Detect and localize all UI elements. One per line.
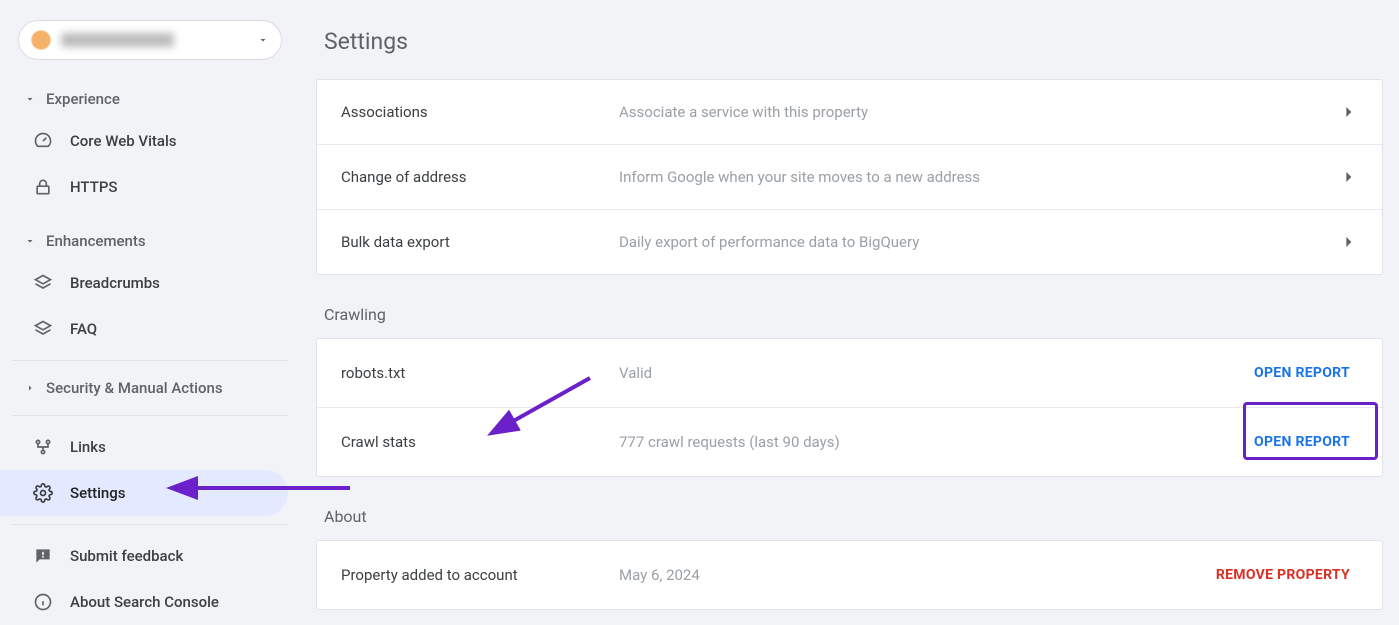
sidebar-item-label: Breadcrumbs	[70, 274, 160, 292]
chevron-right-icon[interactable]	[1338, 102, 1358, 122]
row-title: Associations	[341, 103, 619, 121]
row-robots-txt: robots.txt Valid OPEN REPORT	[317, 339, 1382, 407]
speedometer-icon	[32, 130, 54, 152]
row-title: Property added to account	[341, 566, 619, 584]
sidebar-section-security[interactable]: Security & Manual Actions	[12, 369, 288, 407]
sidebar-item-label: Submit feedback	[70, 547, 183, 565]
sidebar-item-faq[interactable]: FAQ	[12, 306, 288, 352]
divider	[12, 360, 288, 361]
row-change-address[interactable]: Change of address Inform Google when you…	[317, 144, 1382, 209]
divider	[12, 524, 288, 525]
sidebar-item-core-web-vitals[interactable]: Core Web Vitals	[12, 118, 288, 164]
main-content: Settings Associations Associate a servic…	[300, 0, 1399, 620]
row-title: Bulk data export	[341, 233, 619, 251]
row-associations[interactable]: Associations Associate a service with th…	[317, 80, 1382, 144]
row-description: Inform Google when your site moves to a …	[619, 168, 1338, 186]
sidebar-item-breadcrumbs[interactable]: Breadcrumbs	[12, 260, 288, 306]
row-description: 777 crawl requests (last 90 days)	[619, 433, 1246, 451]
section-label-crawling: Crawling	[324, 305, 1383, 324]
gear-icon	[32, 482, 54, 504]
links-icon	[32, 436, 54, 458]
row-description: Valid	[619, 364, 1246, 382]
row-description: May 6, 2024	[619, 566, 1208, 584]
general-settings-card: Associations Associate a service with th…	[316, 79, 1383, 275]
sidebar-item-label: Settings	[70, 484, 126, 502]
chevron-right-icon[interactable]	[1338, 232, 1358, 252]
row-description: Daily export of performance data to BigQ…	[619, 233, 1338, 251]
layers-icon	[32, 272, 54, 294]
about-card: Property added to account May 6, 2024 RE…	[316, 540, 1383, 610]
sidebar-section-experience[interactable]: Experience	[12, 80, 288, 118]
lock-icon	[32, 176, 54, 198]
sidebar-item-about[interactable]: About Search Console	[12, 579, 288, 625]
open-report-button[interactable]: OPEN REPORT	[1246, 430, 1358, 454]
row-title: Crawl stats	[341, 433, 619, 451]
sidebar-section-label: Security & Manual Actions	[46, 379, 223, 397]
feedback-icon	[32, 545, 54, 567]
chevron-right-icon[interactable]	[1338, 167, 1358, 187]
sidebar-item-https[interactable]: HTTPS	[12, 164, 288, 210]
sidebar-item-settings[interactable]: Settings	[0, 470, 288, 516]
property-name-blurred	[61, 33, 249, 47]
row-description: Associate a service with this property	[619, 103, 1338, 121]
open-report-button[interactable]: OPEN REPORT	[1246, 361, 1358, 385]
layers-icon	[32, 318, 54, 340]
sidebar-item-links[interactable]: Links	[12, 424, 288, 470]
sidebar: Experience Core Web Vitals HTTPS Enhance…	[0, 0, 300, 620]
property-favicon	[31, 30, 51, 50]
row-bulk-export[interactable]: Bulk data export Daily export of perform…	[317, 209, 1382, 274]
divider	[12, 415, 288, 416]
chevron-down-icon	[24, 93, 36, 105]
chevron-right-icon	[24, 382, 36, 394]
sidebar-item-label: Links	[70, 438, 106, 456]
row-title: Change of address	[341, 168, 619, 186]
sidebar-item-label: HTTPS	[70, 178, 117, 196]
sidebar-item-submit-feedback[interactable]: Submit feedback	[12, 533, 288, 579]
section-label-about: About	[324, 507, 1383, 526]
chevron-down-icon	[24, 235, 36, 247]
sidebar-section-label: Experience	[46, 90, 120, 108]
crawling-card: robots.txt Valid OPEN REPORT Crawl stats…	[316, 338, 1383, 477]
row-property-added: Property added to account May 6, 2024 RE…	[317, 541, 1382, 609]
sidebar-item-label: FAQ	[70, 320, 97, 338]
sidebar-item-label: Core Web Vitals	[70, 132, 177, 150]
remove-property-button[interactable]: REMOVE PROPERTY	[1208, 563, 1358, 587]
row-title: robots.txt	[341, 364, 619, 382]
property-selector[interactable]	[18, 20, 282, 60]
caret-down-icon	[257, 34, 269, 46]
sidebar-section-label: Enhancements	[46, 232, 146, 250]
page-title: Settings	[324, 28, 1383, 55]
info-icon	[32, 591, 54, 613]
sidebar-item-label: About Search Console	[70, 593, 219, 611]
sidebar-section-enhancements[interactable]: Enhancements	[12, 222, 288, 260]
row-crawl-stats: Crawl stats 777 crawl requests (last 90 …	[317, 407, 1382, 476]
